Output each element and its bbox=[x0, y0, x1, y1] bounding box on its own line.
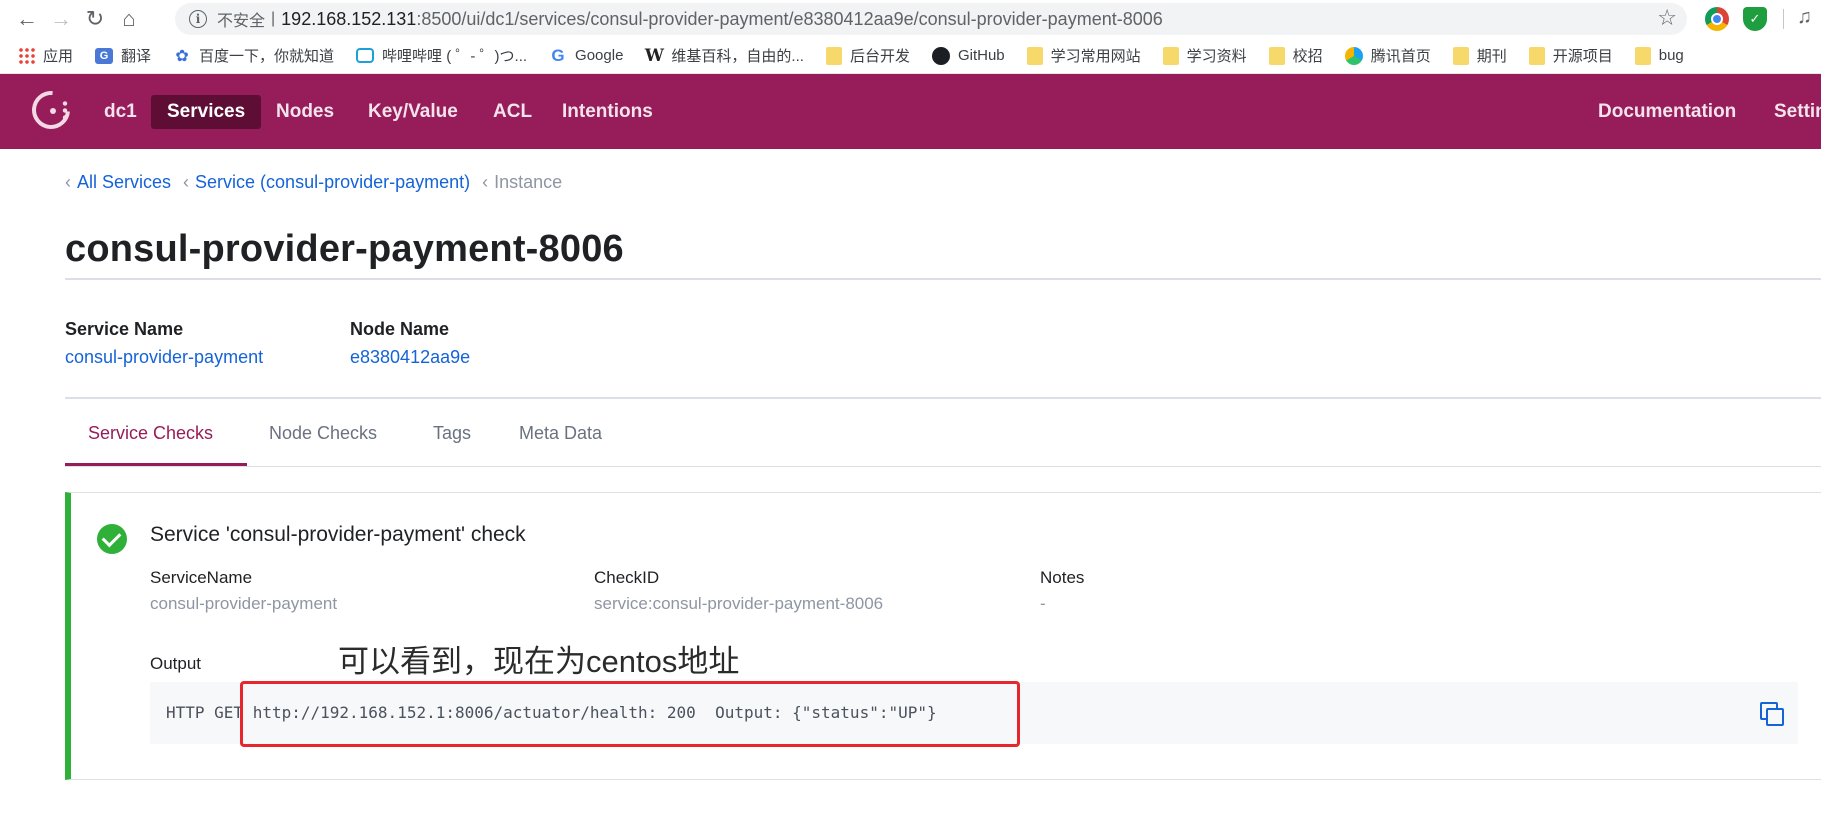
field-value-checkid: service:consul-provider-payment-8006 bbox=[594, 594, 884, 613]
folder-icon bbox=[1452, 46, 1469, 65]
google-g-icon: G bbox=[551, 45, 565, 65]
github-icon bbox=[931, 46, 950, 65]
bookmark-item[interactable]: G 翻译 bbox=[95, 45, 151, 66]
folder-icon bbox=[825, 46, 842, 65]
node-name-label: Node Name bbox=[350, 319, 450, 339]
breadcrumb: ‹ All Services ‹ Service (consul-provide… bbox=[65, 172, 562, 193]
wikipedia-w-icon: W bbox=[644, 45, 664, 66]
chevron-left-icon: ‹ bbox=[482, 172, 489, 192]
title-divider bbox=[65, 278, 1821, 280]
nav-intentions[interactable]: Intentions bbox=[546, 95, 669, 129]
folder-icon bbox=[1026, 46, 1043, 65]
annotation-text: 可以看到，现在为centos地址 bbox=[338, 644, 740, 679]
folder-icon bbox=[1268, 46, 1285, 65]
folder-icon bbox=[1162, 46, 1179, 65]
bookmark-folder[interactable]: 学习资料 bbox=[1162, 45, 1247, 66]
breadcrumb-current: Instance bbox=[494, 172, 563, 192]
apps-grid-icon bbox=[18, 47, 35, 64]
datacenter-selector[interactable]: dc1 bbox=[88, 95, 153, 129]
folder-icon bbox=[1528, 46, 1545, 65]
service-name-link[interactable]: consul-provider-payment bbox=[65, 347, 263, 368]
chevron-left-icon: ‹ bbox=[65, 172, 71, 192]
logo-dot bbox=[50, 108, 56, 114]
nav-settings[interactable]: Settin bbox=[1758, 95, 1821, 129]
bookmark-folder[interactable]: 学习常用网站 bbox=[1026, 45, 1141, 66]
annotation-highlight-box bbox=[240, 681, 1020, 747]
media-menu-icon[interactable]: ♫ bbox=[1797, 6, 1812, 29]
field-label-checkid: CheckID bbox=[594, 568, 660, 587]
tab-meta-data[interactable]: Meta Data bbox=[519, 423, 602, 444]
baidu-paw-icon: ✿ bbox=[175, 47, 189, 65]
check-passing-icon bbox=[97, 524, 127, 554]
home-icon[interactable]: ⌂ bbox=[112, 2, 146, 36]
app-header: dc1 Services Nodes Key/Value ACL Intenti… bbox=[0, 74, 1821, 149]
bookmark-folder[interactable]: 校招 bbox=[1268, 45, 1323, 66]
bilibili-tv-icon bbox=[356, 48, 375, 63]
browser-toolbar: ← → ↻ ⌂ i 不安全 | 192.168.152.131 :8500/ui… bbox=[0, 0, 1821, 38]
field-value-servicename: consul-provider-payment bbox=[150, 594, 338, 613]
service-name-label: Service Name bbox=[65, 319, 184, 339]
folder-icon bbox=[1634, 46, 1651, 65]
forward-arrow-icon[interactable]: → bbox=[44, 2, 78, 36]
nav-acl[interactable]: ACL bbox=[477, 95, 548, 129]
breadcrumb-service[interactable]: Service (consul-provider-payment) bbox=[195, 172, 470, 193]
bookmark-star-icon[interactable]: ☆ bbox=[1657, 5, 1677, 31]
reload-icon[interactable]: ↻ bbox=[78, 2, 112, 36]
qq-browser-icon bbox=[1344, 46, 1363, 65]
bookmark-folder[interactable]: 开源项目 bbox=[1528, 45, 1613, 66]
tab-node-checks[interactable]: Node Checks bbox=[269, 423, 377, 444]
bookmark-folder[interactable]: 期刊 bbox=[1452, 45, 1507, 66]
bookmark-item[interactable]: ✿ 百度一下，你就知道 bbox=[173, 45, 334, 66]
tab-tags[interactable]: Tags bbox=[433, 423, 471, 444]
bookmarks-bar: 应用 G 翻译 ✿ 百度一下，你就知道 哔哩哔哩 ( ゜- ゜)つ... G Goog… bbox=[0, 38, 1821, 74]
address-bar[interactable]: i 不安全 | 192.168.152.131 :8500/ui/dc1/ser… bbox=[175, 3, 1687, 35]
translate-icon: G bbox=[95, 47, 114, 64]
copy-icon[interactable] bbox=[1760, 702, 1784, 726]
chevron-left-icon: ‹ bbox=[183, 172, 190, 192]
node-name-link[interactable]: e8380412aa9e bbox=[350, 347, 470, 368]
logo-dots bbox=[62, 100, 68, 122]
back-arrow-icon[interactable]: ← bbox=[10, 2, 44, 36]
bookmark-item[interactable]: 应用 bbox=[18, 45, 73, 66]
bookmark-item[interactable]: 腾讯首页 bbox=[1344, 45, 1431, 66]
field-label-servicename: ServiceName bbox=[150, 568, 253, 587]
output-label: Output bbox=[150, 654, 202, 673]
toolbar-divider bbox=[1783, 9, 1784, 29]
url-path: :8500/ui/dc1/services/consul-provider-pa… bbox=[416, 8, 1163, 29]
bookmark-item[interactable]: 哔哩哔哩 ( ゜- ゜)つ... bbox=[356, 45, 527, 66]
bookmark-folder[interactable]: 后台开发 bbox=[825, 45, 910, 66]
field-value-notes: - bbox=[1040, 594, 1046, 613]
tabs-divider bbox=[65, 466, 1821, 467]
info-icon[interactable]: i bbox=[189, 10, 207, 28]
check-title: Service 'consul-provider-payment' check bbox=[150, 523, 526, 546]
nav-documentation[interactable]: Documentation bbox=[1582, 95, 1752, 129]
tab-service-checks[interactable]: Service Checks bbox=[88, 423, 213, 444]
bookmark-item[interactable]: GitHub bbox=[931, 46, 1005, 65]
url-separator: | bbox=[271, 10, 276, 27]
bookmark-folder[interactable]: bug bbox=[1634, 46, 1684, 65]
field-label-notes: Notes bbox=[1040, 568, 1085, 587]
nav-key-value[interactable]: Key/Value bbox=[352, 95, 474, 129]
bookmark-item[interactable]: G Google bbox=[549, 45, 623, 65]
nav-nodes[interactable]: Nodes bbox=[260, 95, 350, 129]
url-host: 192.168.152.131 bbox=[281, 8, 417, 29]
info-divider bbox=[65, 397, 1821, 399]
shield-extension-icon[interactable]: ✓ bbox=[1743, 7, 1767, 31]
nav-services[interactable]: Services bbox=[151, 95, 262, 129]
breadcrumb-all-services[interactable]: All Services bbox=[77, 172, 171, 193]
page-title: consul-provider-payment-8006 bbox=[65, 228, 624, 270]
insecure-label: 不安全 bbox=[217, 13, 266, 30]
chrome-extension-icon[interactable] bbox=[1705, 7, 1729, 31]
bookmark-item[interactable]: W 维基百科，自由的... bbox=[645, 45, 804, 66]
